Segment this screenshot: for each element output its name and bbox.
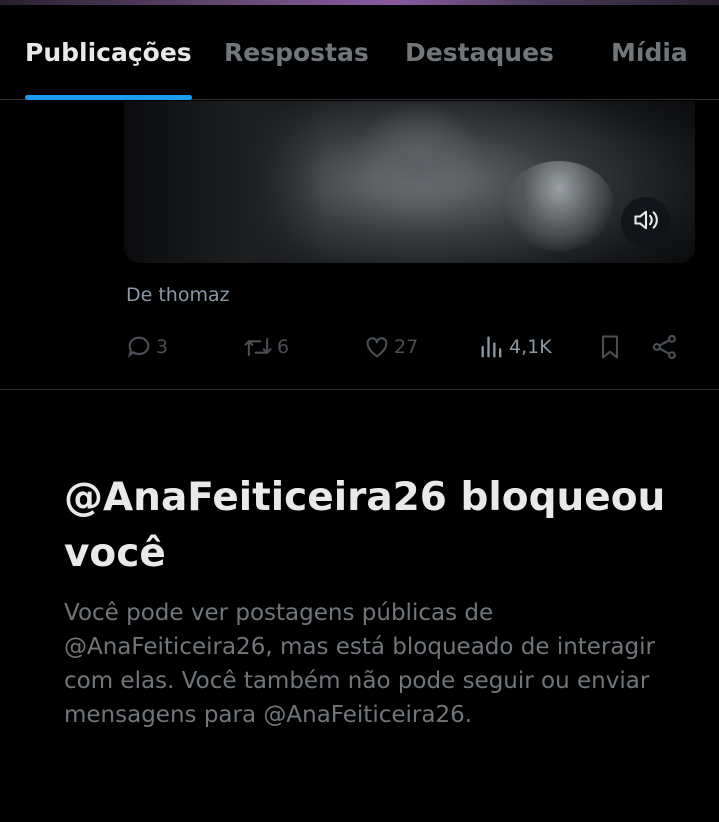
tab-midia[interactable]: Mídia xyxy=(611,5,688,100)
tab-publicacoes[interactable]: Publicações xyxy=(25,5,192,100)
blocked-title: @AnaFeiticeira26 bloqueou você xyxy=(64,475,666,576)
share-icon xyxy=(651,333,679,361)
tab-label: Respostas xyxy=(224,38,369,67)
tab-label: Destaques xyxy=(405,38,554,67)
analytics-icon xyxy=(478,333,506,361)
post-actions: 3 6 27 4,1K xyxy=(0,327,719,367)
tab-respostas[interactable]: Respostas xyxy=(224,5,369,100)
views-button[interactable]: 4,1K xyxy=(478,331,552,363)
post-caption: De thomaz xyxy=(126,284,230,306)
video-highlight xyxy=(504,161,614,251)
bookmark-icon xyxy=(596,333,624,361)
reply-icon xyxy=(125,333,153,361)
reply-count: 3 xyxy=(156,336,169,358)
profile-tabs: Publicações Respostas Destaques Mídia xyxy=(0,5,719,100)
like-count: 27 xyxy=(394,336,419,358)
bookmark-button[interactable] xyxy=(596,331,624,363)
video-shadow xyxy=(124,101,324,263)
unmute-button[interactable] xyxy=(621,197,671,247)
section-divider xyxy=(0,389,719,390)
tab-label: Publicações xyxy=(25,38,192,67)
tab-destaques[interactable]: Destaques xyxy=(405,5,554,100)
view-count: 4,1K xyxy=(509,336,552,358)
repost-icon xyxy=(242,333,274,361)
active-tab-indicator xyxy=(25,95,192,100)
like-button[interactable]: 27 xyxy=(363,331,418,363)
tab-label: Mídia xyxy=(611,38,688,67)
video-highlight xyxy=(354,101,484,221)
reply-button[interactable]: 3 xyxy=(125,331,168,363)
blocked-description: Você pode ver postagens públicas de @Ana… xyxy=(64,600,655,728)
heart-icon xyxy=(363,333,391,361)
post-video[interactable] xyxy=(124,101,695,263)
share-button[interactable] xyxy=(651,331,679,363)
repost-count: 6 xyxy=(277,336,290,358)
repost-button[interactable]: 6 xyxy=(242,331,289,363)
speaker-icon xyxy=(632,206,660,238)
